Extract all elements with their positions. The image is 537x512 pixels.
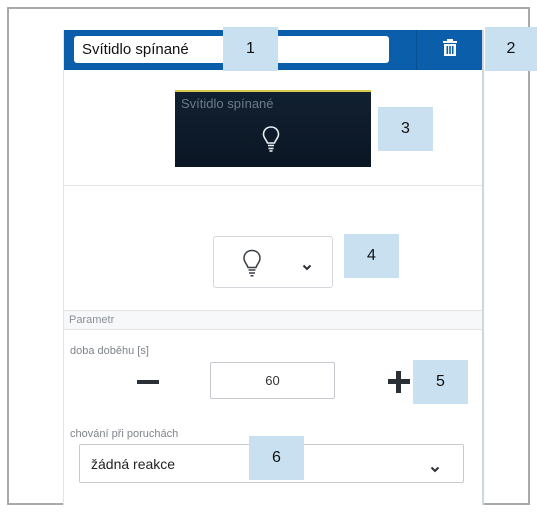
chevron-down-icon	[430, 460, 440, 478]
device-settings-panel: Svítidlo spínané Parametr	[63, 30, 484, 505]
run-time-input[interactable]	[210, 362, 335, 399]
icon-select[interactable]	[213, 236, 333, 288]
callout-2: 2	[485, 27, 537, 71]
trash-icon	[442, 39, 457, 61]
device-preview-tile[interactable]: Svítidlo spínané	[175, 90, 371, 167]
preview-title: Svítidlo spínané	[181, 96, 274, 111]
increment-button[interactable]	[387, 370, 411, 394]
lightbulb-icon	[262, 126, 280, 157]
callout-4: 4	[344, 234, 399, 278]
fault-behavior-label: chování při poruchách	[70, 428, 179, 440]
callout-6: 6	[249, 436, 304, 480]
divider	[64, 185, 482, 186]
callout-3: 3	[378, 107, 433, 151]
lightbulb-icon	[242, 249, 262, 282]
parameters-section-header: Parametr	[64, 310, 482, 330]
callout-1: 1	[223, 27, 278, 71]
chevron-down-icon	[302, 258, 312, 276]
decrement-button[interactable]	[137, 380, 159, 384]
delete-button[interactable]	[417, 30, 482, 70]
fault-behavior-value: žádná reakce	[91, 456, 176, 472]
callout-5: 5	[413, 360, 468, 404]
section-title: Parametr	[69, 314, 115, 326]
run-time-label: doba doběhu [s]	[70, 345, 149, 357]
